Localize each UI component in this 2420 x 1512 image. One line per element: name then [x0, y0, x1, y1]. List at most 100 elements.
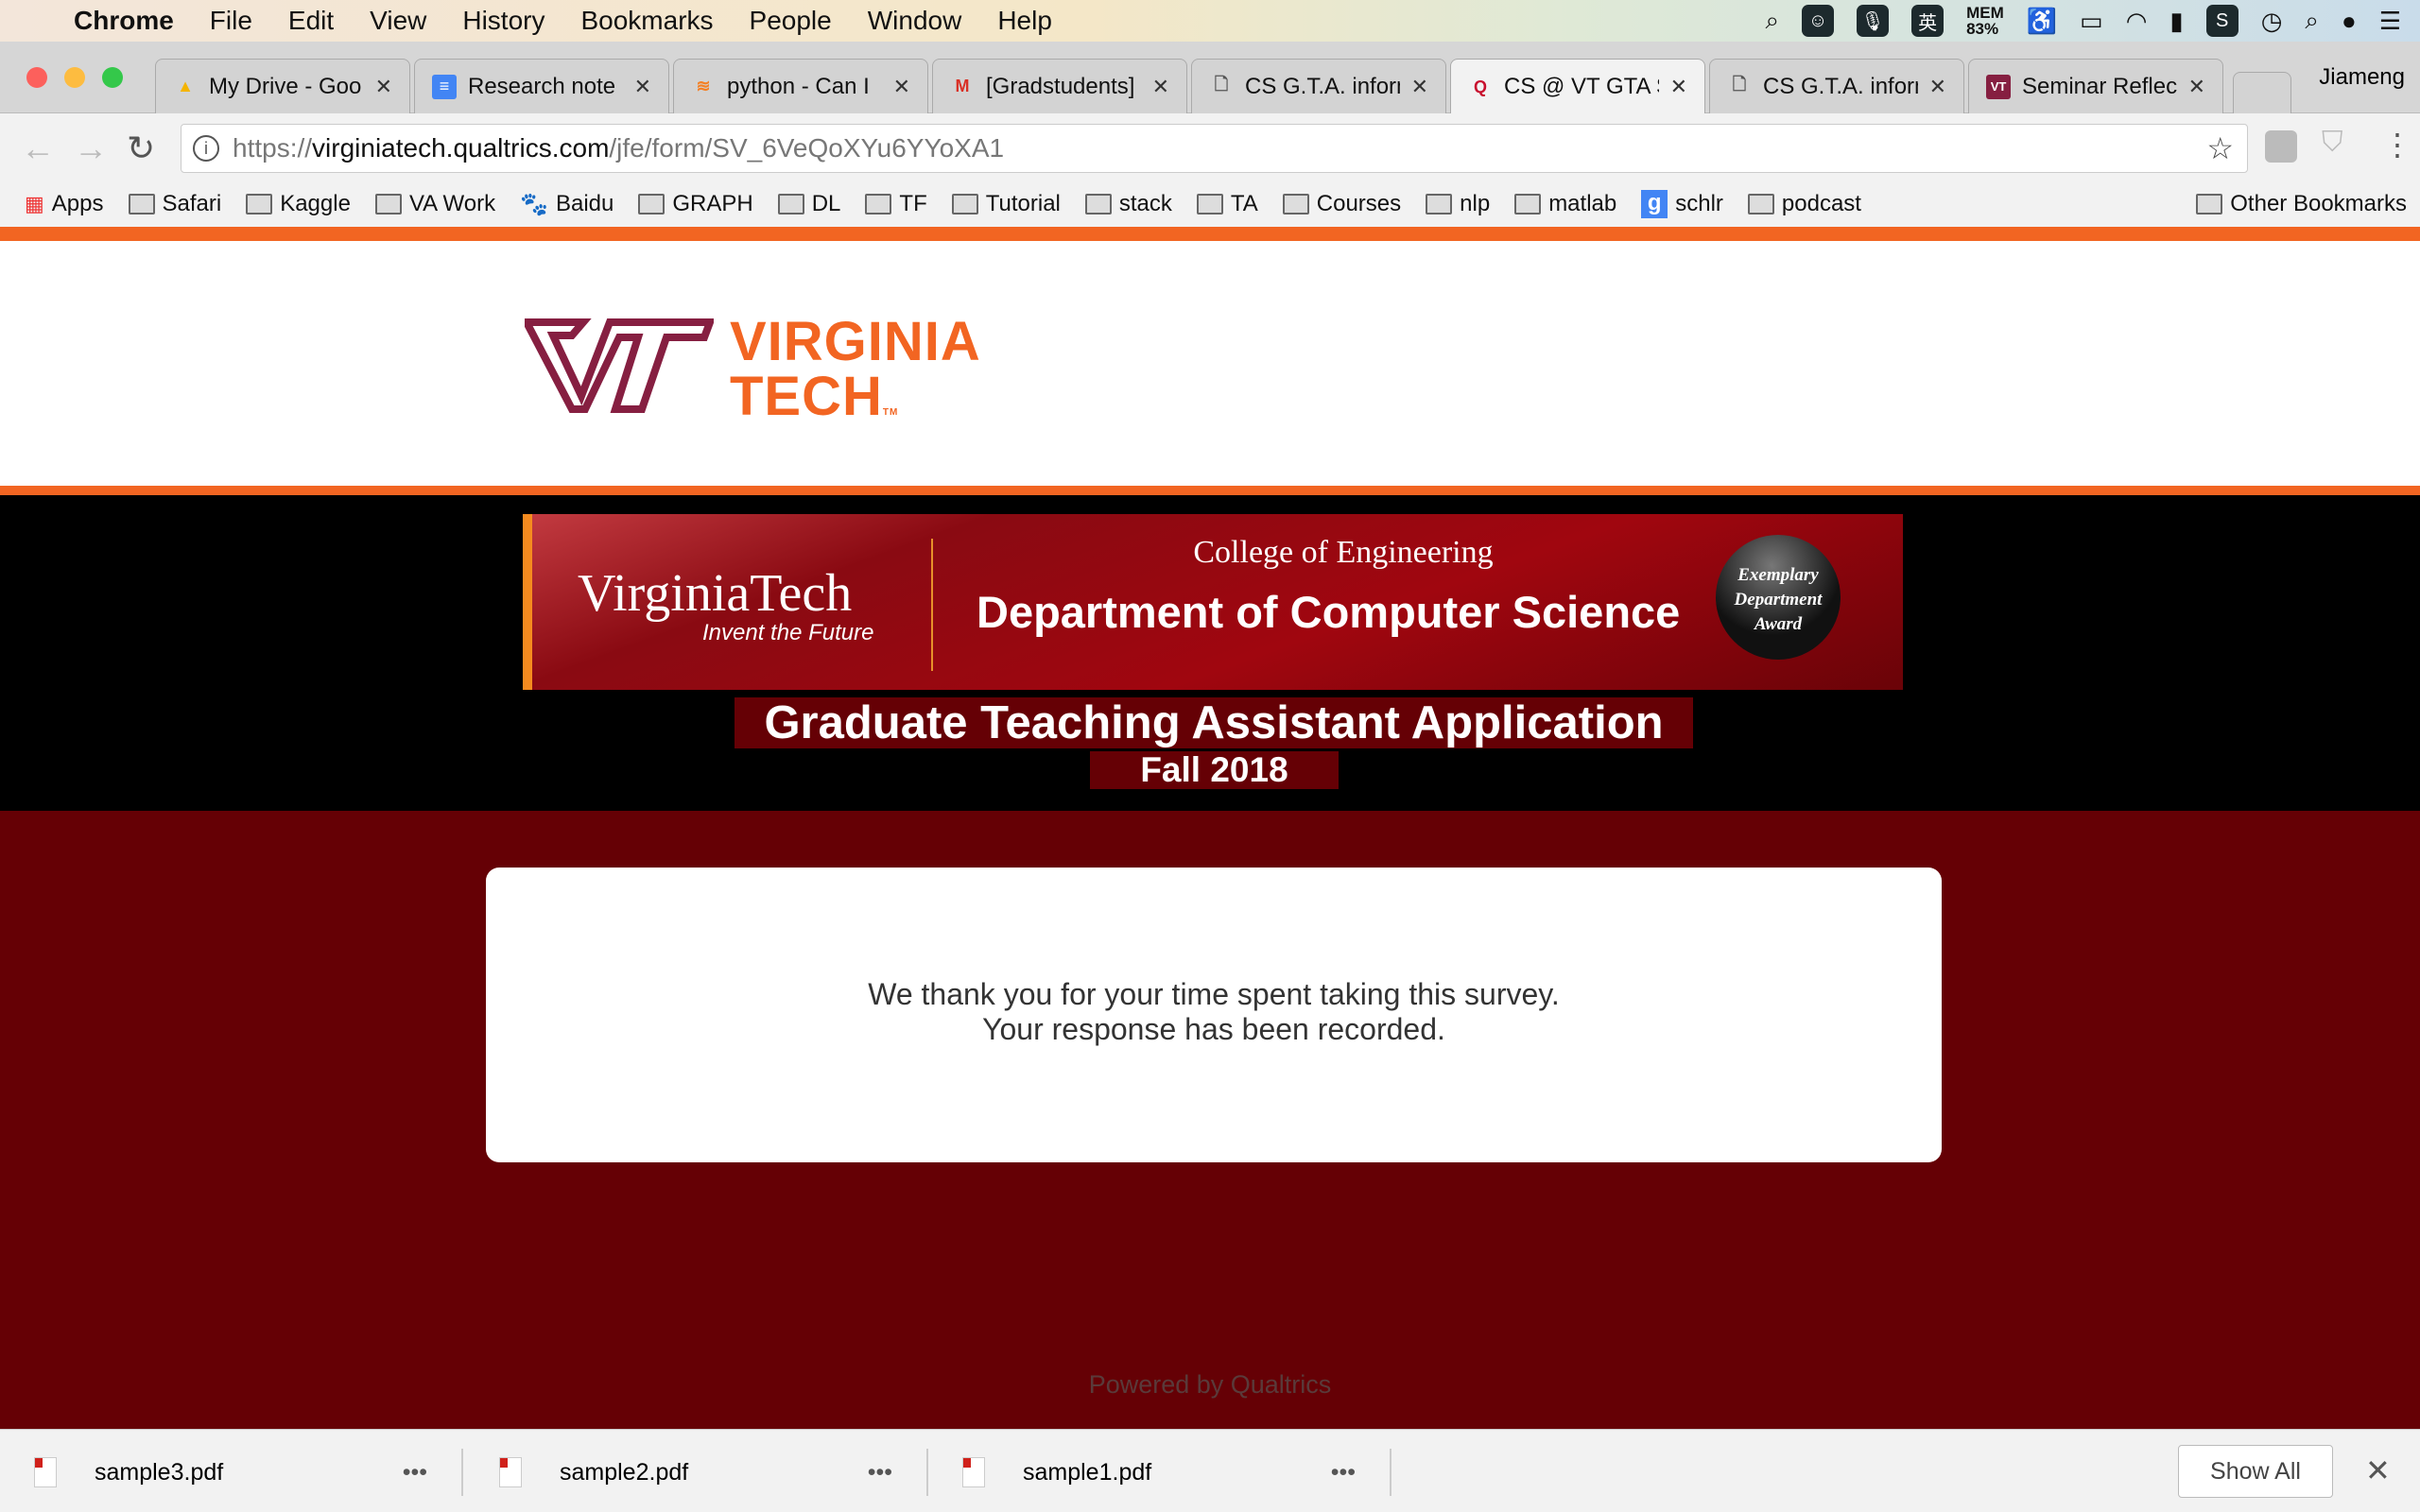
back-icon[interactable]: ←	[21, 129, 55, 168]
clock-icon[interactable]: ◷	[2261, 7, 2283, 36]
more-options-icon[interactable]: •••	[868, 1459, 892, 1486]
profile-name[interactable]: Jiameng	[2319, 64, 2405, 91]
forward-icon[interactable]: →	[74, 129, 108, 168]
input-method-icon[interactable]: 英	[1911, 5, 1945, 37]
bookmark-ta[interactable]: TA	[1196, 191, 1258, 217]
tab-cs-gta-info[interactable]: 🗋 CS G.T.A. inform ✕	[1191, 59, 1446, 113]
menu-history[interactable]: History	[462, 6, 544, 36]
close-tab-icon[interactable]: ✕	[1411, 75, 1428, 99]
more-options-icon[interactable]: •••	[403, 1459, 427, 1486]
close-window-icon[interactable]	[26, 67, 47, 88]
close-tab-icon[interactable]: ✕	[375, 75, 392, 99]
other-bookmarks[interactable]: Other Bookmarks	[2196, 191, 2407, 217]
mac-menu-bar: Chrome File Edit View History Bookmarks …	[0, 0, 2420, 42]
menu-icon[interactable]: ⋮	[2382, 127, 2412, 163]
info-icon[interactable]: i	[193, 135, 219, 162]
close-tab-icon[interactable]: ✕	[2188, 75, 2205, 99]
menu-edit[interactable]: Edit	[288, 6, 334, 36]
airplay-icon[interactable]: ▭	[2080, 7, 2103, 36]
close-tab-icon[interactable]: ✕	[1929, 75, 1946, 99]
download-filename: sample1.pdf	[1023, 1458, 1152, 1486]
tab-cs-vt-gta[interactable]: Q CS @ VT GTA S ✕	[1450, 59, 1705, 114]
wifi-icon[interactable]: ◠	[2126, 7, 2148, 36]
menu-file[interactable]: File	[210, 6, 252, 36]
s-app-icon[interactable]: S	[2205, 5, 2238, 37]
bookmark-courses[interactable]: Courses	[1282, 191, 1401, 217]
qualtrics-icon: Q	[1473, 77, 1487, 96]
bookmark-tutorial[interactable]: Tutorial	[951, 191, 1061, 217]
bookmark-matlab[interactable]: matlab	[1514, 191, 1616, 217]
emoji-icon[interactable]: ☺	[1802, 5, 1835, 37]
bookmark-label: DL	[811, 191, 841, 216]
page-header: VIRGINIA TECHTM	[0, 241, 2420, 487]
bookmark-star-icon[interactable]: ☆	[2206, 130, 2234, 166]
menu-bookmarks[interactable]: Bookmarks	[580, 6, 713, 36]
tab-cs-gta-info-2[interactable]: 🗋 CS G.T.A. inform ✕	[1709, 59, 1964, 113]
bookmark-va-work[interactable]: VA Work	[374, 191, 495, 217]
maximize-window-icon[interactable]	[102, 67, 123, 88]
banner-college: College of Engineering	[1193, 535, 1494, 570]
bookmark-label: Other Bookmarks	[2230, 191, 2407, 216]
minimize-window-icon[interactable]	[64, 67, 85, 88]
close-tab-icon[interactable]: ✕	[1670, 75, 1687, 99]
menu-app[interactable]: Chrome	[74, 6, 174, 36]
shield-extension-icon[interactable]: ⛉	[2322, 127, 2343, 159]
extension-icon[interactable]	[2265, 130, 2297, 163]
show-all-button[interactable]: Show All	[2178, 1445, 2333, 1498]
bookmark-graph[interactable]: GRAPH	[638, 191, 753, 217]
bookmark-label: Apps	[51, 191, 104, 216]
bookmark-tf[interactable]: TF	[865, 191, 927, 217]
tab-python[interactable]: ≋ python - Can I ✕	[673, 59, 928, 113]
tab-research-note[interactable]: ≡ Research note ✕	[414, 59, 669, 113]
menu-people[interactable]: People	[750, 6, 832, 36]
new-tab-button[interactable]	[2233, 72, 2291, 113]
tab-gmail[interactable]: M [Gradstudents] ✕	[932, 59, 1187, 113]
bookmark-label: schlr	[1675, 191, 1723, 216]
tab-my-drive[interactable]: ▲ My Drive - Goo ✕	[155, 59, 410, 113]
tab-seminar[interactable]: VT Seminar Reflec ✕	[1968, 59, 2223, 113]
cs-department-banner: VirginiaTech Invent the Future College o…	[523, 514, 1903, 690]
bookmark-kaggle[interactable]: Kaggle	[246, 191, 351, 217]
microphone-icon[interactable]: 🎙	[1857, 5, 1890, 37]
memory-indicator[interactable]: MEM 83%	[1966, 5, 2004, 37]
close-tab-icon[interactable]: ✕	[634, 75, 651, 99]
tab-title: Seminar Reflec	[2022, 73, 2177, 99]
battery-icon[interactable]: ▮	[2169, 7, 2183, 36]
pdf-file-icon	[499, 1457, 522, 1487]
download-item[interactable]: sample1.pdf •••	[928, 1449, 1392, 1496]
menu-help[interactable]: Help	[997, 6, 1052, 36]
tab-strip: ▲ My Drive - Goo ✕ ≡ Research note ✕ ≋ python…	[0, 42, 2420, 114]
accessibility-icon[interactable]: ♿	[2027, 7, 2057, 36]
folder-icon	[128, 194, 155, 215]
more-options-icon[interactable]: •••	[1331, 1459, 1356, 1486]
spotlight-icon[interactable]: ⌕	[2305, 6, 2319, 36]
powered-by-qualtrics-link[interactable]: Powered by Qualtrics	[0, 1370, 2420, 1400]
bookmark-apps[interactable]: ▦ Apps	[25, 191, 104, 217]
close-tab-icon[interactable]: ✕	[893, 75, 910, 99]
bookmark-stack[interactable]: stack	[1084, 191, 1172, 217]
qq-icon[interactable]: ⌕	[1766, 6, 1780, 36]
notification-center-icon[interactable]: ☰	[2379, 7, 2401, 36]
banner-department: Department of Computer Science	[977, 587, 1681, 637]
address-bar[interactable]: i https://virginiatech.qualtrics.com/jfe…	[181, 124, 2248, 173]
bookmark-podcast[interactable]: podcast	[1747, 191, 1861, 217]
reload-icon[interactable]: ↻	[127, 129, 155, 168]
orange-divider	[0, 486, 2420, 495]
menu-view[interactable]: View	[370, 6, 426, 36]
bookmark-dl[interactable]: DL	[777, 191, 841, 217]
download-item[interactable]: sample2.pdf •••	[465, 1449, 928, 1496]
bookmark-safari[interactable]: Safari	[128, 191, 222, 217]
close-downloads-icon[interactable]: ✕	[2365, 1452, 2391, 1488]
bookmark-nlp[interactable]: nlp	[1426, 191, 1490, 217]
close-tab-icon[interactable]: ✕	[1152, 75, 1169, 99]
mem-value: 83%	[1966, 20, 1999, 38]
menu-window[interactable]: Window	[868, 6, 962, 36]
bookmark-label: Safari	[162, 191, 222, 216]
bookmark-schlr[interactable]: g schlr	[1641, 190, 1723, 218]
baidu-paw-icon: 🐾	[520, 191, 548, 217]
download-item[interactable]: sample3.pdf •••	[0, 1449, 463, 1496]
term-label: Fall 2018	[1090, 751, 1339, 789]
logo-line2: TECH	[730, 366, 883, 427]
bookmark-baidu[interactable]: 🐾 Baidu	[520, 191, 614, 218]
siri-icon[interactable]: ●	[2342, 7, 2357, 36]
